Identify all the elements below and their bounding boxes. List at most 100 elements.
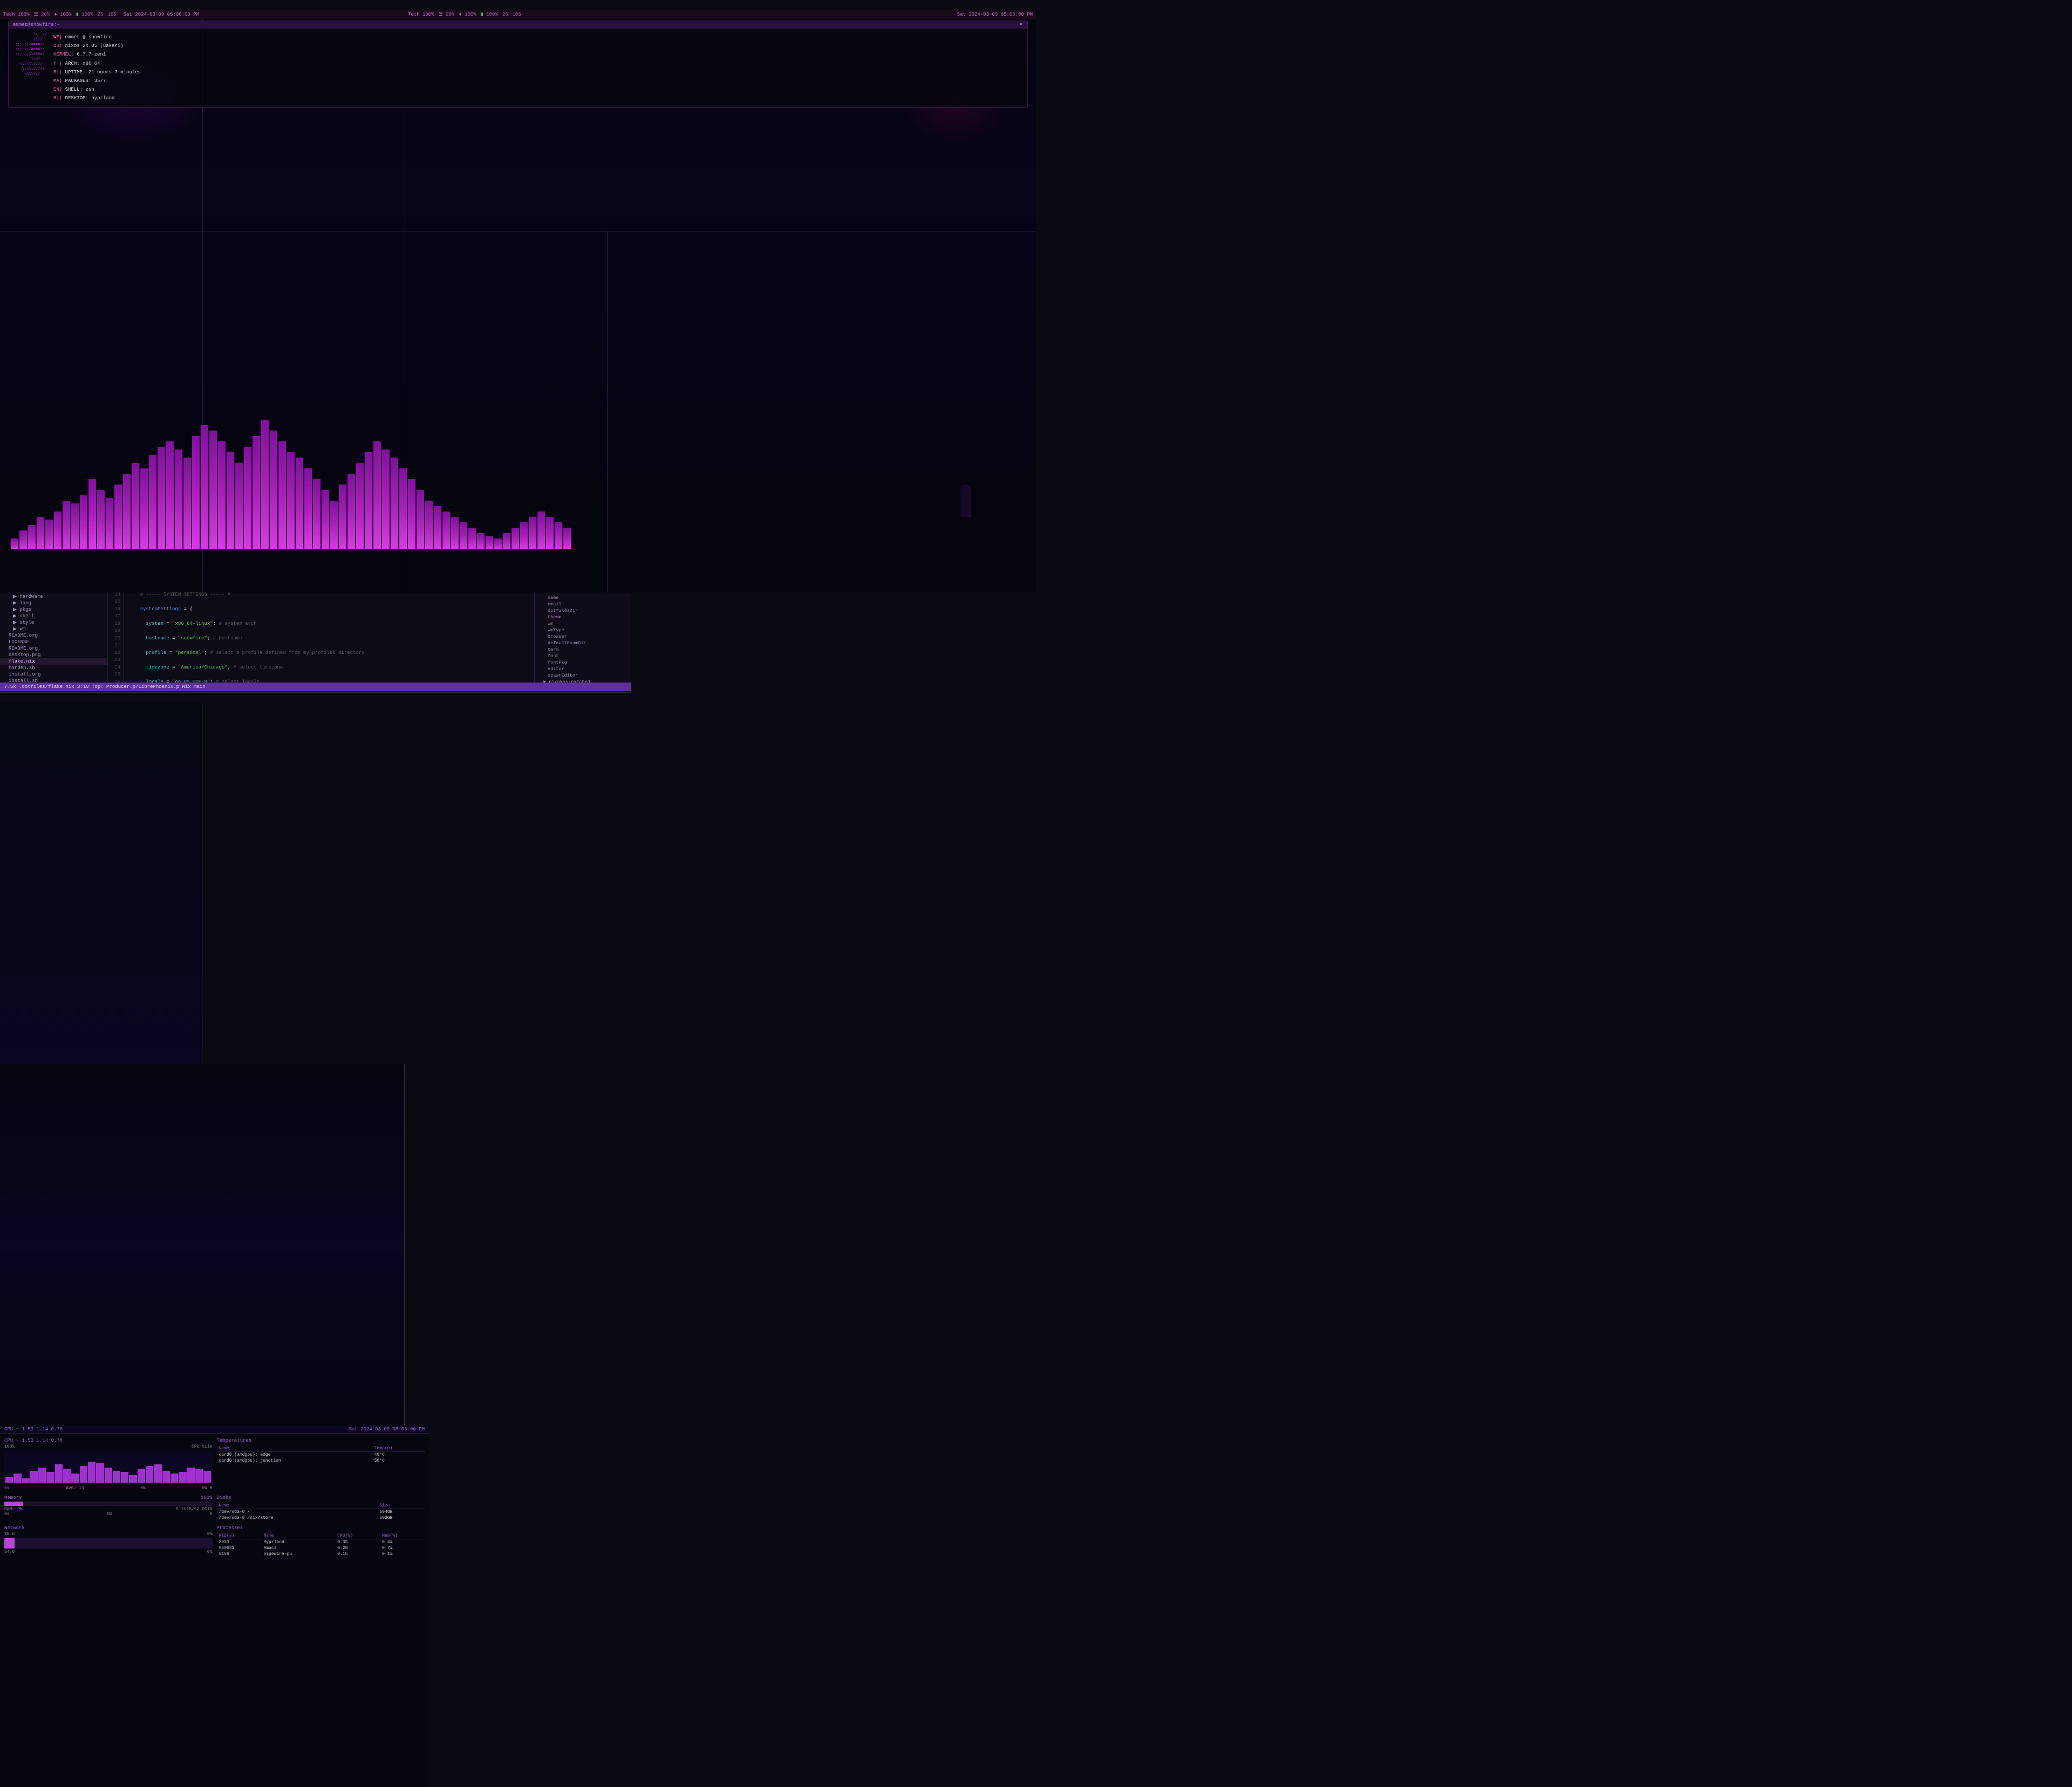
outline-dotfilesdir2[interactable]: dotfilesDir <box>535 608 631 614</box>
outline-email[interactable]: email <box>535 601 631 608</box>
tree-harden-sh[interactable]: harden.sh <box>0 665 107 671</box>
cpu-bar-item <box>63 1469 71 1483</box>
outline-theme[interactable]: theme <box>535 614 631 620</box>
cpu-bar-item <box>5 1477 13 1483</box>
tree-flake-nix[interactable]: flake.nix <box>0 658 107 665</box>
neofetch-arch-line: Y | ARCH: x86_64 <box>53 59 141 68</box>
vis-bar-item <box>227 452 234 549</box>
vis-bar-item <box>365 452 372 549</box>
outline-wmtype[interactable]: wmType <box>535 627 631 633</box>
proc-name-1: Hyprland <box>261 1539 335 1546</box>
outline-name[interactable]: name <box>535 595 631 601</box>
cpu-bar-item <box>138 1469 145 1483</box>
net-zero: 0% <box>207 1532 213 1537</box>
proc-mem-1: 0.4% <box>380 1539 425 1546</box>
proc-pid-3: 5156 <box>217 1551 262 1557</box>
topbar-right-misc: 2S <box>502 12 508 17</box>
vis-bar-item <box>278 441 286 549</box>
tree-readme2[interactable]: README.org <box>0 645 107 652</box>
vis-bar-item <box>391 458 398 549</box>
cpu-bar-item <box>203 1471 211 1483</box>
outline-term[interactable]: term <box>535 646 631 653</box>
vis-bar-item <box>408 479 415 549</box>
cpu-bar-item <box>88 1462 96 1483</box>
topbar-right-io: 10S <box>513 12 521 17</box>
proc-mem-2: 0.7% <box>380 1545 425 1551</box>
outline-wm[interactable]: wm <box>535 620 631 627</box>
vis-bar-item <box>477 533 485 549</box>
vis-bar-item <box>88 479 96 549</box>
vis-bar-item <box>19 530 27 549</box>
net-up: 36.0 <box>4 1532 15 1537</box>
neofetch-shell-line: CN| SHELL: zsh <box>53 85 141 94</box>
outline-font[interactable]: font <box>535 653 631 659</box>
temps-header-name: Name <box>217 1445 372 1452</box>
tree-install-sh[interactable]: install.sh <box>0 678 107 683</box>
cpu-time-scale: 6s AVG: 13 0% 0% 8 <box>4 1486 213 1491</box>
editor-status-bar: 7.5k .dotfiles/flake.nix 3:10 Top: Produ… <box>0 683 631 691</box>
vis-bar-item <box>486 536 493 549</box>
vis-bar-item <box>468 528 476 549</box>
tree-readme-root[interactable]: README.org <box>0 632 107 639</box>
outline-fontpkg[interactable]: fontPkg <box>535 659 631 666</box>
net-pct: 0% <box>207 1550 213 1554</box>
disk-2-size: 503GB <box>377 1515 425 1521</box>
vis-bar-item <box>555 522 562 549</box>
cpu-bar-item <box>195 1469 203 1483</box>
tree-lang[interactable]: ▶ lang <box>0 600 107 606</box>
vis-bar-item <box>330 501 338 549</box>
vis-bar-item <box>192 436 200 549</box>
disk-1-size: 504GB <box>377 1509 425 1516</box>
vis-bar-item <box>512 528 519 549</box>
neofetch-os-line: OS: nixos 24.05 (uakari) <box>53 42 141 50</box>
disk-row-2: /dev/sda-0 /nix/store 503GB <box>217 1515 425 1521</box>
tree-hardware[interactable]: ▶ hardware <box>0 594 107 600</box>
topbar-cpu: ☰ 20% <box>34 12 50 17</box>
vis-bar-item <box>347 474 355 549</box>
cpu-bar-item <box>162 1471 170 1483</box>
tree-wm[interactable]: ▶ wm <box>0 626 107 632</box>
outline-spawneditor[interactable]: spawnEditor <box>535 672 631 679</box>
memory-scale: 0s 0% 8 <box>4 1512 213 1517</box>
memory-ram-label: RAM: 9% <box>4 1507 23 1512</box>
memory-label: Memory <box>4 1495 22 1500</box>
proc-header-cpu: CPU(%) <box>335 1533 380 1539</box>
neofetch-close[interactable]: ✕ <box>1019 22 1023 28</box>
cpu-bars-container <box>4 1451 213 1484</box>
tree-shell[interactable]: ▶ shell <box>0 613 107 619</box>
tree-install-org[interactable]: install.org <box>0 671 107 678</box>
mem-0s: 0s <box>4 1512 10 1517</box>
temps-junction-val: 58°C <box>372 1458 425 1464</box>
proc-header-mem: Mem(%) <box>380 1533 425 1539</box>
cpu-bar-item <box>30 1471 38 1483</box>
vis-bar-item <box>63 501 70 549</box>
cpu-tile-label: CPU tile <box>192 1444 212 1449</box>
vis-bar-item <box>235 463 243 549</box>
outline-editor[interactable]: editor <box>535 666 631 672</box>
topbar-right-cpu: ☰ 20% <box>439 12 455 17</box>
vis-bar-item <box>399 468 407 549</box>
vis-bar-item <box>287 452 295 549</box>
memory-details: RAM: 9% 5.7GiB/62.0GiB <box>4 1507 213 1512</box>
vis-bar-item <box>140 468 148 549</box>
disk-row-1: /dev/sda-0 / 504GB <box>217 1509 425 1516</box>
tree-license[interactable]: LICENSE <box>0 639 107 645</box>
tree-style[interactable]: ▶ style <box>0 619 107 626</box>
tree-desktop-png[interactable]: desktop.png <box>0 652 107 658</box>
sysmon-titlebar: CPU ~ 1.53 1.14 0.78 Sat 2024-03-09 05:0… <box>0 1425 429 1434</box>
vis-bar-item <box>97 490 105 549</box>
outline-browser[interactable]: browser <box>535 633 631 640</box>
outline-nixpkgs-patched[interactable]: ► nixpkgs-patched <box>535 679 631 683</box>
vis-bar-item <box>183 458 191 549</box>
tree-pkgs[interactable]: ▶ pkgs <box>0 606 107 613</box>
temps-edge-val: 49°C <box>372 1452 425 1458</box>
network-chart-fill <box>4 1538 15 1549</box>
vis-bar-item <box>313 479 321 549</box>
cpu-6s: 6s <box>4 1486 10 1491</box>
cpu-bar-item <box>129 1475 137 1483</box>
sysmon-temps-section: Temperatures Name Temp(c) card0 (amdgpu)… <box>217 1438 425 1491</box>
cpu-0: 0% <box>140 1486 146 1491</box>
outline-defaultroamdir[interactable]: defaultRoamDir <box>535 640 631 646</box>
cpu-100-label: 100% <box>4 1444 15 1449</box>
cpu-bar-item <box>179 1472 186 1483</box>
